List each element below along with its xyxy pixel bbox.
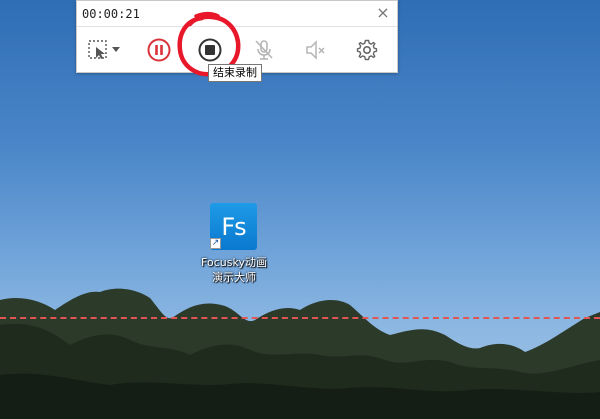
- pause-button[interactable]: [144, 35, 174, 65]
- shortcut-label-line1: Focusky动画: [201, 256, 267, 269]
- recording-timer: 00:00:21: [82, 7, 140, 21]
- speaker-muted-icon: [306, 40, 325, 60]
- app-tile-text: Fs: [221, 212, 246, 241]
- speaker-toggle-button[interactable]: [301, 35, 331, 65]
- shortcut-label-line2: 演示大师: [212, 271, 256, 284]
- desktop-shortcut-focusky[interactable]: Fs ↗ Focusky动画 演示大师: [194, 203, 274, 293]
- settings-button[interactable]: [352, 35, 382, 65]
- recording-region-boundary: [0, 317, 600, 319]
- stop-recording-button[interactable]: [195, 35, 225, 65]
- region-select-icon: [88, 40, 107, 59]
- shortcut-arrow-icon: ↗: [210, 238, 221, 249]
- pause-icon: [147, 38, 171, 62]
- region-select-dropdown[interactable]: [109, 35, 123, 65]
- close-button[interactable]: ×: [375, 5, 391, 21]
- recorder-header: 00:00:21 ×: [77, 1, 397, 27]
- microphone-toggle-button[interactable]: [249, 35, 279, 65]
- shortcut-label: Focusky动画 演示大师: [194, 255, 274, 285]
- microphone-muted-icon: [255, 40, 273, 60]
- screen-recorder-toolbar[interactable]: 00:00:21 ×: [76, 0, 398, 73]
- stop-recording-tooltip: 结束录制: [208, 64, 262, 82]
- gear-icon: [356, 39, 378, 61]
- dropdown-arrow-icon: [112, 47, 120, 52]
- stop-icon: [198, 38, 222, 62]
